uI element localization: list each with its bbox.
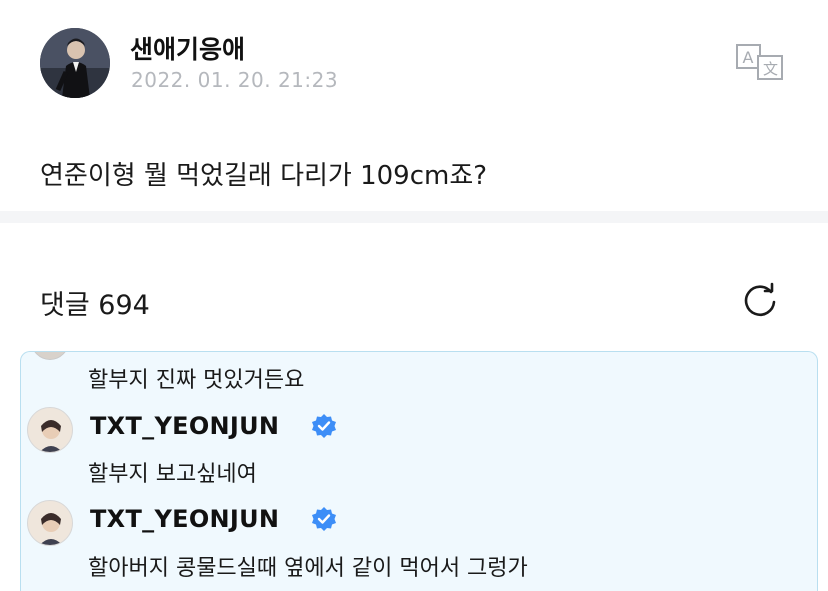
commenter-avatar[interactable] <box>31 352 69 360</box>
comment-text: 할부지 보고싶네여 <box>88 462 257 487</box>
verified-badge-icon <box>312 507 336 531</box>
verified-badge-icon <box>312 414 336 438</box>
comment-author-name[interactable]: TXT_YEONJUN <box>90 505 279 533</box>
author-avatar[interactable] <box>40 28 110 98</box>
comment-author-row: TXT_YEONJUN <box>27 407 727 455</box>
post-text: 연준이형 뭘 먹었길래 다리가 109cm죠? <box>40 161 488 191</box>
author-name[interactable]: 샌애기응애 <box>130 30 245 66</box>
post-header: 샌애기응애 2022. 01. 20. 21:23 A 文 <box>0 0 828 130</box>
translate-icon: A 文 <box>736 44 783 80</box>
comment-author-row: TXT_YEONJUN <box>27 500 727 548</box>
comment-author-name[interactable]: TXT_YEONJUN <box>90 412 279 440</box>
comment-count-label: 댓글 694 <box>40 290 150 321</box>
svg-text:A: A <box>743 48 754 67</box>
refresh-button[interactable] <box>740 280 780 320</box>
commenter-avatar[interactable] <box>27 500 73 546</box>
post-timestamp: 2022. 01. 20. 21:23 <box>131 68 339 92</box>
comment-text: 할부지 진짜 멋있거든요 <box>88 368 305 393</box>
comment-text: 할아버지 콩물드실때 옆에서 같이 먹어서 그렁가 <box>88 556 528 581</box>
svg-text:文: 文 <box>763 60 778 78</box>
commenter-avatar[interactable] <box>27 407 73 453</box>
comment-thread: 할부지 진짜 멋있거든요 TXT_YEONJUN 할부지 보고싶네여 TXT_Y… <box>20 351 818 591</box>
translate-button[interactable]: A 文 <box>734 42 786 82</box>
refresh-icon <box>744 282 776 317</box>
section-divider <box>0 211 828 223</box>
